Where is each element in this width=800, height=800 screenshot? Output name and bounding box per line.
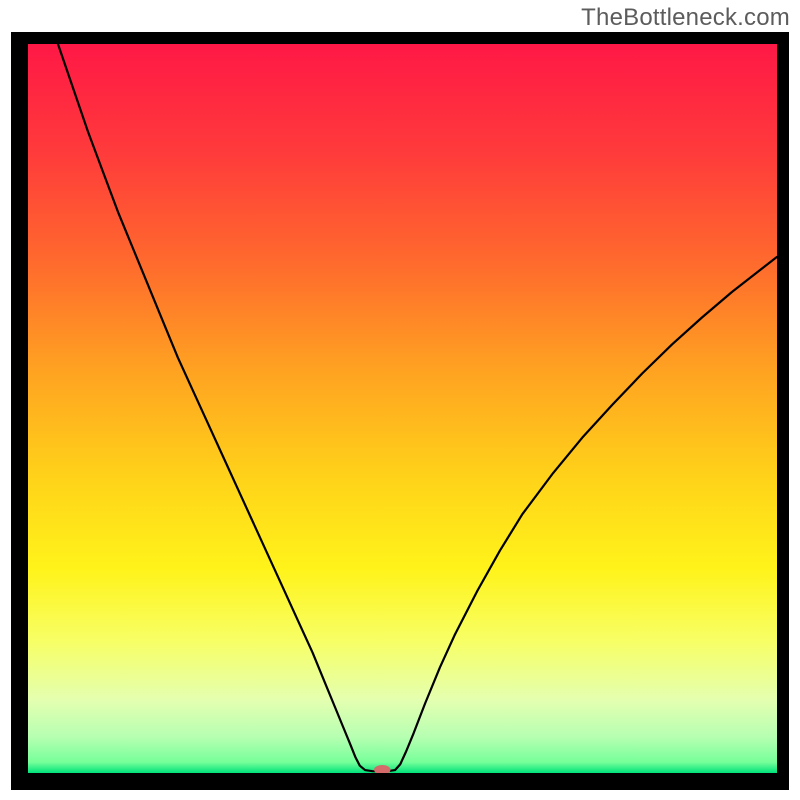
gradient-background — [28, 44, 777, 773]
plot-area — [28, 44, 777, 773]
chart-svg — [28, 44, 777, 773]
watermark-text: TheBottleneck.com — [581, 4, 790, 32]
chart-wrapper: TheBottleneck.com — [0, 0, 800, 800]
plot-frame — [11, 32, 789, 790]
